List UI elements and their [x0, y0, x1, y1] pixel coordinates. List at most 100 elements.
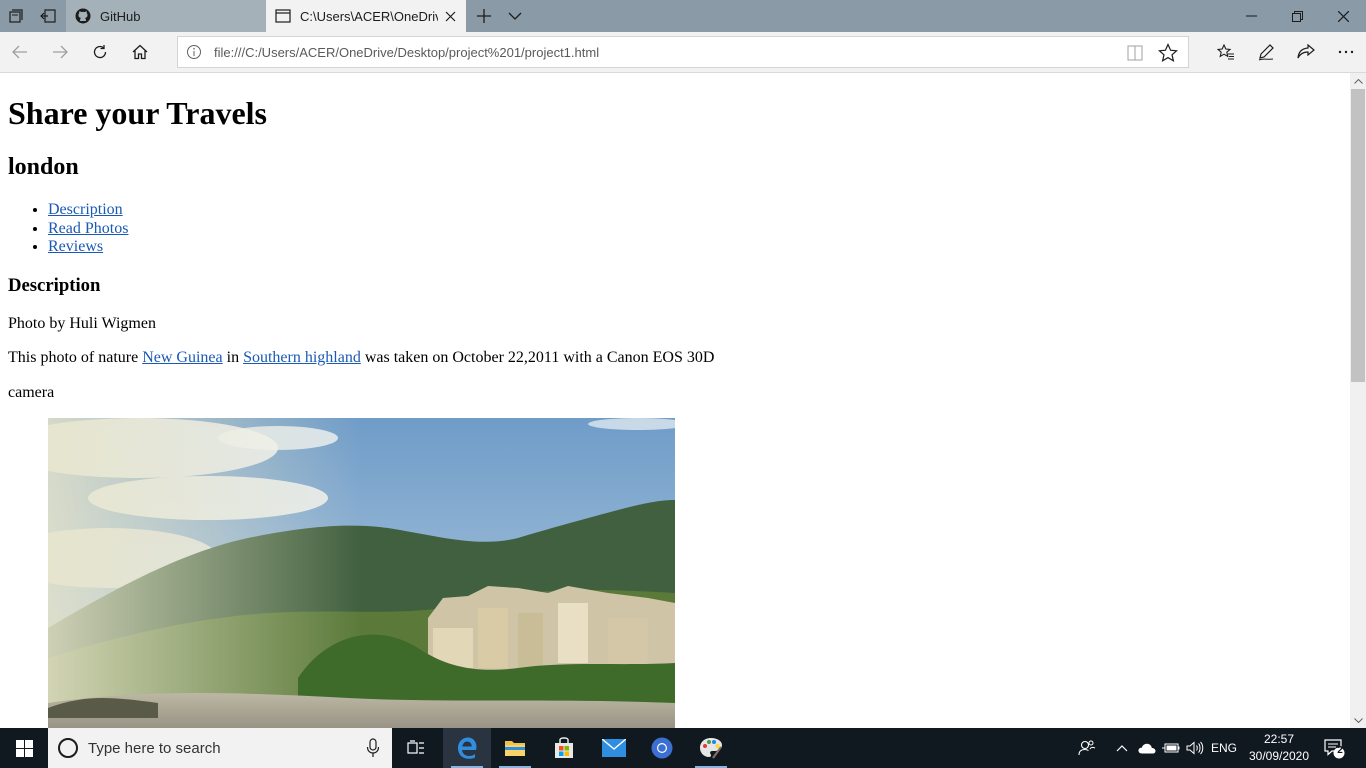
- people-button[interactable]: [1074, 728, 1100, 768]
- chrome-icon: [651, 737, 673, 759]
- desc-mid: in: [222, 349, 244, 366]
- tab-github[interactable]: GitHub: [66, 0, 266, 32]
- minimize-icon: [1245, 15, 1257, 17]
- description-link[interactable]: Description: [48, 201, 123, 218]
- taskbar-clock[interactable]: 22:57 30/09/2020: [1240, 731, 1318, 765]
- close-tab-icon[interactable]: [442, 8, 458, 24]
- forward-button[interactable]: [40, 32, 80, 72]
- home-button[interactable]: [120, 32, 160, 72]
- page-title: Share your Travels: [8, 95, 267, 131]
- store-button[interactable]: [540, 728, 588, 768]
- file-explorer-button[interactable]: [491, 728, 539, 768]
- url-text: file:///C:/Users/ACER/OneDrive/Desktop/p…: [214, 45, 600, 60]
- tab-preview-icon[interactable]: [0, 0, 32, 32]
- city-heading: london: [8, 154, 79, 180]
- task-view-icon: [407, 740, 424, 754]
- close-window-button[interactable]: [1320, 0, 1366, 32]
- tab-title: C:\Users\ACER\OneDriv: [300, 8, 438, 24]
- tab-title: GitHub: [100, 8, 141, 24]
- notification-count: 2: [1337, 745, 1343, 756]
- action-center-button[interactable]: 2: [1318, 728, 1350, 768]
- restore-button[interactable]: [1274, 0, 1320, 32]
- page-scrollbar[interactable]: [1350, 73, 1366, 728]
- people-icon: [1078, 740, 1096, 756]
- web-note-button[interactable]: [1246, 32, 1286, 72]
- reviews-link[interactable]: Reviews: [48, 238, 103, 255]
- input-language-button[interactable]: ENG: [1208, 728, 1240, 768]
- page-icon: [274, 7, 292, 25]
- refresh-button[interactable]: [80, 32, 120, 72]
- close-icon: [1337, 10, 1349, 22]
- speaker-icon: [1186, 741, 1204, 755]
- battery-plug-icon: [1162, 743, 1180, 753]
- arrow-right-icon: [53, 45, 68, 59]
- more-button[interactable]: [1326, 32, 1366, 72]
- mail-icon: [602, 739, 626, 757]
- navigation-bar: file:///C:/Users/ACER/OneDrive/Desktop/p…: [0, 32, 1366, 73]
- new-guinea-link[interactable]: New Guinea: [142, 349, 222, 366]
- list-item: Description: [48, 201, 128, 220]
- page-content: Share your Travels london Description Re…: [0, 73, 1350, 728]
- github-icon: [74, 7, 92, 25]
- task-view-button[interactable]: [392, 728, 440, 768]
- mail-button[interactable]: [590, 728, 638, 768]
- battery-button[interactable]: [1160, 728, 1182, 768]
- reading-view-icon[interactable]: [1126, 44, 1144, 62]
- volume-button[interactable]: [1184, 728, 1206, 768]
- back-button[interactable]: [0, 32, 40, 72]
- onedrive-button[interactable]: [1136, 728, 1158, 768]
- chevron-down-icon: [508, 12, 522, 20]
- store-bag-icon: [555, 737, 573, 758]
- photo-description: This photo of nature New Guinea in South…: [8, 349, 714, 367]
- paint-button[interactable]: [687, 728, 735, 768]
- chrome-button[interactable]: [638, 728, 686, 768]
- ellipsis-icon: [1338, 50, 1354, 54]
- share-icon: [1297, 44, 1315, 59]
- home-icon: [132, 44, 148, 60]
- favorites-button[interactable]: [1206, 32, 1246, 72]
- tab-bar: GitHub C:\Users\ACER\OneDriv: [0, 0, 1366, 32]
- scroll-up-icon[interactable]: [1350, 73, 1366, 89]
- arrow-left-icon: [12, 45, 27, 59]
- edge-taskbar-button[interactable]: [443, 728, 491, 768]
- clock-time: 22:57: [1263, 732, 1295, 746]
- start-button[interactable]: [0, 728, 48, 768]
- new-tab-button[interactable]: [470, 0, 498, 32]
- favorite-star-icon[interactable]: [1158, 43, 1178, 63]
- paint-palette-icon: [700, 738, 722, 759]
- pen-icon: [1258, 44, 1274, 61]
- scroll-down-icon[interactable]: [1350, 712, 1366, 728]
- address-bar[interactable]: file:///C:/Users/ACER/OneDrive/Desktop/p…: [177, 36, 1189, 68]
- language-label: ENG: [1210, 741, 1237, 755]
- set-aside-tabs-icon[interactable]: [32, 0, 64, 32]
- show-hidden-icons-button[interactable]: [1112, 728, 1132, 768]
- desc-suffix: was taken on October 22,2011 with a Cano…: [360, 349, 715, 366]
- tab-project1[interactable]: C:\Users\ACER\OneDriv: [266, 0, 466, 32]
- read-photos-link[interactable]: Read Photos: [48, 220, 128, 237]
- travel-photo: [48, 418, 675, 728]
- cortana-icon: [58, 738, 78, 758]
- tab-list-button[interactable]: [500, 0, 530, 32]
- plus-icon: [477, 9, 491, 23]
- cloud-icon: [1138, 743, 1156, 753]
- southern-highland-link[interactable]: Southern highland: [243, 349, 361, 366]
- edge-icon: [458, 737, 477, 759]
- restore-icon: [1291, 10, 1303, 22]
- clock-date: 30/09/2020: [1248, 749, 1310, 763]
- info-icon[interactable]: [186, 44, 202, 60]
- list-item: Reviews: [48, 238, 128, 257]
- search-placeholder: Type here to search: [88, 740, 221, 757]
- photo-credit: Photo by Huli Wigmen: [8, 315, 156, 332]
- photo-description-end: camera: [8, 384, 55, 401]
- scroll-thumb[interactable]: [1351, 89, 1365, 382]
- taskbar-search[interactable]: Type here to search: [48, 728, 392, 768]
- section-nav: Description Read Photos Reviews: [8, 201, 128, 257]
- minimize-button[interactable]: [1228, 0, 1274, 32]
- taskbar: Type here to search ENG 22:57 30/09/2020…: [0, 728, 1366, 768]
- share-button[interactable]: [1286, 32, 1326, 72]
- chevron-up-icon: [1116, 744, 1128, 751]
- desc-prefix: This photo of nature: [8, 349, 143, 366]
- favorites-icon: [1217, 44, 1234, 60]
- microphone-icon[interactable]: [366, 738, 380, 758]
- windows-icon: [15, 739, 33, 757]
